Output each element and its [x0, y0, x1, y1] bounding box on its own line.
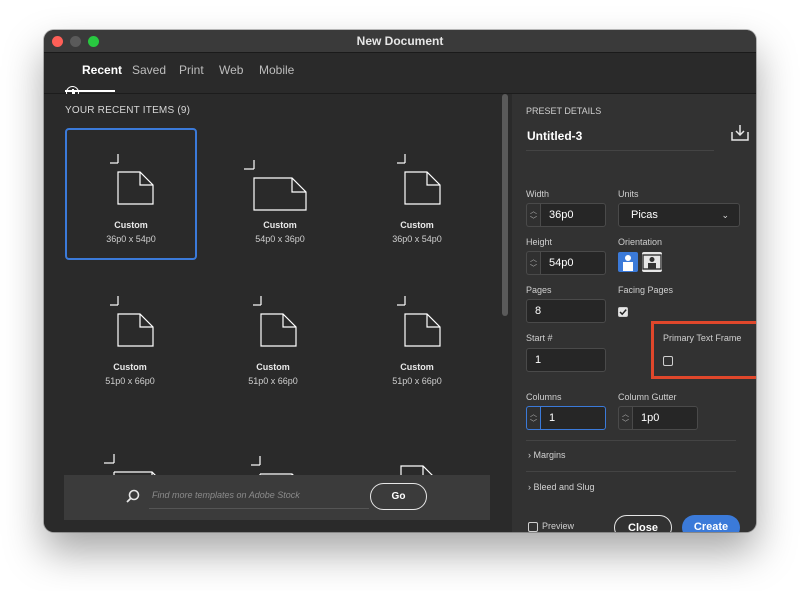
search-input[interactable]: Find more templates on Adobe Stock: [152, 490, 300, 500]
start-label: Start #: [526, 333, 553, 343]
orientation-label: Orientation: [618, 237, 663, 247]
landscape-orientation-button[interactable]: [642, 252, 662, 272]
item-size: 36p0 x 54p0: [106, 234, 156, 244]
units-select[interactable]: Picas ⌄: [618, 203, 740, 227]
tab-recent[interactable]: Recent: [82, 63, 122, 77]
portrait-person-icon: [623, 255, 633, 271]
margins-label: Margins: [533, 450, 566, 460]
pages-input[interactable]: 8: [526, 299, 606, 323]
preset-details-panel: PRESET DETAILS Untitled-3 Width ︿ ﹀ 36p0…: [512, 94, 756, 532]
item-size: 36p0 x 54p0: [392, 234, 442, 244]
highlight-annotation: [651, 321, 756, 379]
preview-label: Preview: [542, 521, 575, 531]
recent-item-5[interactable]: Custom 51p0 x 66p0: [208, 270, 338, 400]
item-name: Custom: [400, 362, 434, 372]
item-size: 51p0 x 66p0: [105, 376, 155, 386]
recent-item-3[interactable]: Custom 36p0 x 54p0: [352, 128, 482, 258]
item-name: Custom: [114, 220, 148, 230]
columns-label: Columns: [526, 392, 562, 402]
portrait-orientation-button[interactable]: [618, 252, 638, 272]
title-bar: New Document: [44, 30, 756, 53]
item-name: Custom: [263, 220, 297, 230]
save-preset-icon[interactable]: [730, 124, 750, 142]
start-page-input[interactable]: 1: [526, 348, 606, 372]
item-size: 54p0 x 36p0: [255, 234, 305, 244]
tab-print[interactable]: Print: [179, 63, 204, 77]
tab-saved[interactable]: Saved: [132, 63, 166, 77]
recent-item-4[interactable]: Custom 51p0 x 66p0: [65, 270, 195, 400]
recent-item-6[interactable]: Custom 51p0 x 66p0: [352, 270, 482, 400]
item-size: 51p0 x 66p0: [248, 376, 298, 386]
recent-item-1[interactable]: Custom 36p0 x 54p0: [65, 128, 197, 260]
go-button[interactable]: Go: [370, 483, 427, 510]
item-name: Custom: [113, 362, 147, 372]
column-gutter-label: Column Gutter: [618, 392, 677, 402]
pages-label: Pages: [526, 285, 552, 295]
width-stepper-arrows[interactable]: ︿ ﹀: [526, 203, 540, 227]
columns-input[interactable]: 1: [540, 406, 606, 430]
width-label: Width: [526, 189, 550, 199]
columns-stepper-arrows[interactable]: ︿ ﹀: [526, 406, 540, 430]
width-input[interactable]: 36p0: [540, 203, 606, 227]
bleed-slug-section-toggle[interactable]: › Bleed and Slug: [528, 482, 595, 492]
close-button[interactable]: Close: [614, 515, 672, 532]
active-tab-indicator: [65, 90, 115, 92]
item-size: 51p0 x 66p0: [392, 376, 442, 386]
preview-checkbox[interactable]: [528, 522, 538, 532]
decrement-icon: ﹀: [530, 265, 537, 272]
item-name: Custom: [256, 362, 290, 372]
decrement-icon: ﹀: [530, 217, 537, 224]
margins-section-toggle[interactable]: › Margins: [528, 450, 566, 460]
gutter-stepper-arrows[interactable]: ︿ ﹀: [618, 406, 632, 430]
name-underline: [526, 150, 714, 151]
column-gutter-input[interactable]: 1p0: [632, 406, 698, 430]
tab-mobile[interactable]: Mobile: [259, 63, 294, 77]
recent-items-title: YOUR RECENT ITEMS (9): [65, 105, 191, 116]
item-name: Custom: [400, 220, 434, 230]
decrement-icon: ﹀: [622, 420, 629, 427]
height-stepper-arrows[interactable]: ︿ ﹀: [526, 251, 540, 275]
chevron-down-icon: ⌄: [721, 210, 729, 220]
divider: [526, 440, 736, 441]
primary-text-frame-checkbox[interactable]: [663, 356, 673, 366]
divider: [526, 471, 736, 472]
preset-details-header: PRESET DETAILS: [526, 106, 602, 116]
checkmark-icon: [619, 309, 627, 316]
units-label: Units: [618, 189, 639, 199]
new-document-window: New Document Recent Saved Print Web Mobi…: [44, 30, 756, 532]
scrollbar[interactable]: [502, 94, 508, 316]
height-input[interactable]: 54p0: [540, 251, 606, 275]
search-icon: [126, 489, 140, 503]
units-value: Picas: [631, 209, 658, 221]
facing-pages-checkbox[interactable]: [618, 307, 628, 317]
search-underline: [149, 508, 369, 509]
create-button[interactable]: Create: [682, 515, 740, 532]
facing-pages-label: Facing Pages: [618, 285, 674, 295]
tab-web[interactable]: Web: [219, 63, 243, 77]
stock-search-bar: Find more templates on Adobe Stock Go: [64, 475, 490, 520]
document-name-input[interactable]: Untitled-3: [527, 129, 582, 143]
decrement-icon: ﹀: [530, 420, 537, 427]
recent-item-2[interactable]: Custom 54p0 x 36p0: [215, 128, 345, 258]
recent-items-panel: YOUR RECENT ITEMS (9) Custom 36p0 x 54p0: [44, 94, 510, 532]
preset-tabs: Recent Saved Print Web Mobile: [44, 53, 756, 99]
height-label: Height: [526, 237, 553, 247]
bleed-slug-label: Bleed and Slug: [533, 482, 595, 492]
primary-text-frame-label: Primary Text Frame: [663, 333, 742, 343]
landscape-person-icon: [642, 254, 662, 270]
window-title: New Document: [356, 34, 444, 48]
